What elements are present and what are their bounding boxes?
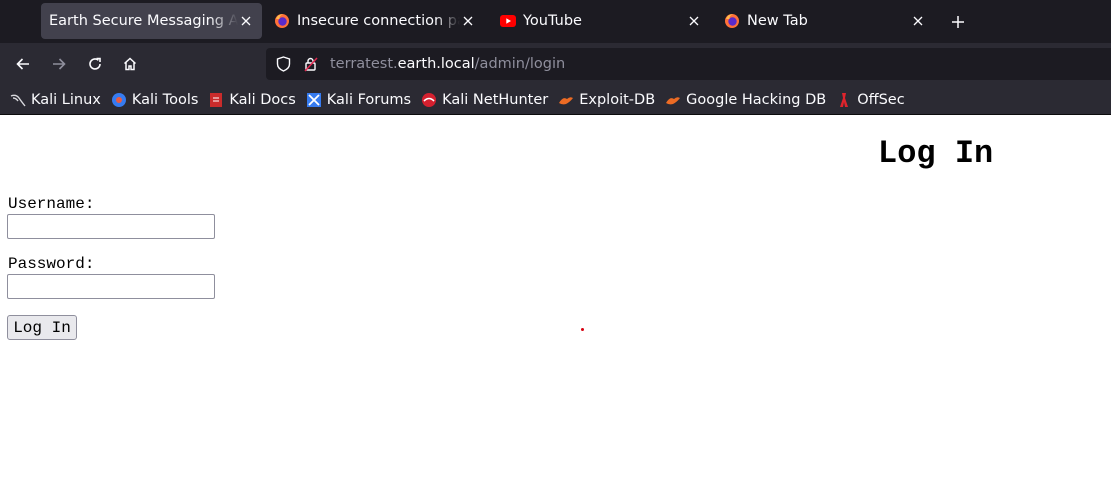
bookmark-label: Exploit-DB bbox=[579, 91, 656, 108]
insecure-lock-icon[interactable] bbox=[302, 55, 320, 73]
username-label: Username: bbox=[8, 195, 95, 213]
url-text[interactable]: terratest.earth.local/admin/login bbox=[330, 56, 565, 72]
forward-arrow-icon bbox=[53, 58, 66, 70]
kali-docs-icon bbox=[208, 92, 224, 108]
bookmark-label: Kali Docs bbox=[229, 91, 296, 108]
tab-youtube[interactable]: YouTube bbox=[492, 3, 710, 39]
bookmark-kali-forums[interactable]: Kali Forums bbox=[306, 88, 411, 112]
login-button[interactable]: Log In bbox=[7, 315, 77, 340]
reload-icon bbox=[89, 57, 101, 70]
cursor-dot bbox=[581, 328, 584, 331]
navigation-toolbar: terratest.earth.local/admin/login bbox=[0, 43, 1111, 85]
username-input[interactable] bbox=[7, 214, 215, 239]
back-arrow-icon bbox=[16, 58, 29, 70]
tab-title: YouTube bbox=[523, 13, 582, 29]
forward-button[interactable] bbox=[48, 53, 70, 75]
tab-title: New Tab bbox=[747, 13, 808, 29]
tab-title: Earth Secure Messaging Admin bbox=[49, 13, 238, 29]
bookmark-google-hacking-db[interactable]: Google Hacking DB bbox=[665, 88, 826, 112]
close-icon[interactable] bbox=[686, 13, 702, 29]
bookmark-kali-tools[interactable]: Kali Tools bbox=[111, 88, 199, 112]
new-tab-button[interactable] bbox=[948, 12, 968, 32]
ghdb-icon bbox=[665, 92, 681, 108]
bookmark-label: Google Hacking DB bbox=[686, 91, 827, 108]
bookmark-offsec[interactable]: OffSec bbox=[836, 88, 905, 112]
close-icon[interactable] bbox=[460, 13, 476, 29]
kali-dragon-icon bbox=[10, 92, 26, 108]
exploitdb-icon bbox=[558, 92, 574, 108]
home-icon bbox=[123, 57, 137, 71]
bookmarks-toolbar: Kali Linux Kali Tools Kali Docs Kali For… bbox=[0, 85, 1111, 115]
tracking-protection-shield-icon[interactable] bbox=[274, 55, 292, 73]
bookmark-label: Kali NetHunter bbox=[442, 91, 549, 108]
bookmark-label: Kali Tools bbox=[131, 91, 199, 108]
tab-title: Insecure connection password bbox=[297, 13, 460, 29]
reload-button[interactable] bbox=[84, 53, 106, 75]
bookmark-exploit-db[interactable]: Exploit-DB bbox=[558, 88, 655, 112]
bookmark-kali-docs[interactable]: Kali Docs bbox=[208, 88, 296, 112]
bookmark-kali-nethunter[interactable]: Kali NetHunter bbox=[421, 88, 548, 112]
close-icon[interactable] bbox=[910, 13, 926, 29]
back-button[interactable] bbox=[12, 53, 34, 75]
youtube-icon bbox=[500, 13, 516, 29]
home-button[interactable] bbox=[119, 53, 141, 75]
kali-forums-icon bbox=[306, 92, 322, 108]
url-host: earth.local bbox=[397, 56, 475, 72]
tab-earth-admin[interactable]: Earth Secure Messaging Admin bbox=[41, 3, 262, 39]
url-prefix: terratest. bbox=[330, 56, 398, 72]
password-input[interactable] bbox=[7, 274, 215, 299]
bookmark-label: OffSec bbox=[857, 91, 905, 108]
tab-strip: Earth Secure Messaging Admin Insecure co… bbox=[0, 0, 1111, 43]
close-icon[interactable] bbox=[238, 13, 254, 29]
bookmark-label: Kali Forums bbox=[326, 91, 412, 108]
page-content: Log In Username: Password: Log In bbox=[0, 115, 1111, 498]
tab-new-tab[interactable]: New Tab bbox=[716, 3, 934, 39]
page-heading: Log In bbox=[878, 135, 994, 172]
url-path: /admin/login bbox=[474, 56, 566, 72]
tab-insecure-connection[interactable]: Insecure connection password bbox=[266, 3, 484, 39]
firefox-icon bbox=[724, 13, 740, 29]
nethunter-icon bbox=[421, 92, 437, 108]
password-label: Password: bbox=[8, 255, 95, 273]
kali-tools-icon bbox=[111, 92, 127, 108]
offsec-icon bbox=[836, 92, 852, 108]
firefox-icon bbox=[274, 13, 290, 29]
bookmark-kali-linux[interactable]: Kali Linux bbox=[10, 88, 101, 112]
url-bar[interactable]: terratest.earth.local/admin/login bbox=[266, 48, 1111, 80]
bookmark-label: Kali Linux bbox=[31, 91, 101, 108]
